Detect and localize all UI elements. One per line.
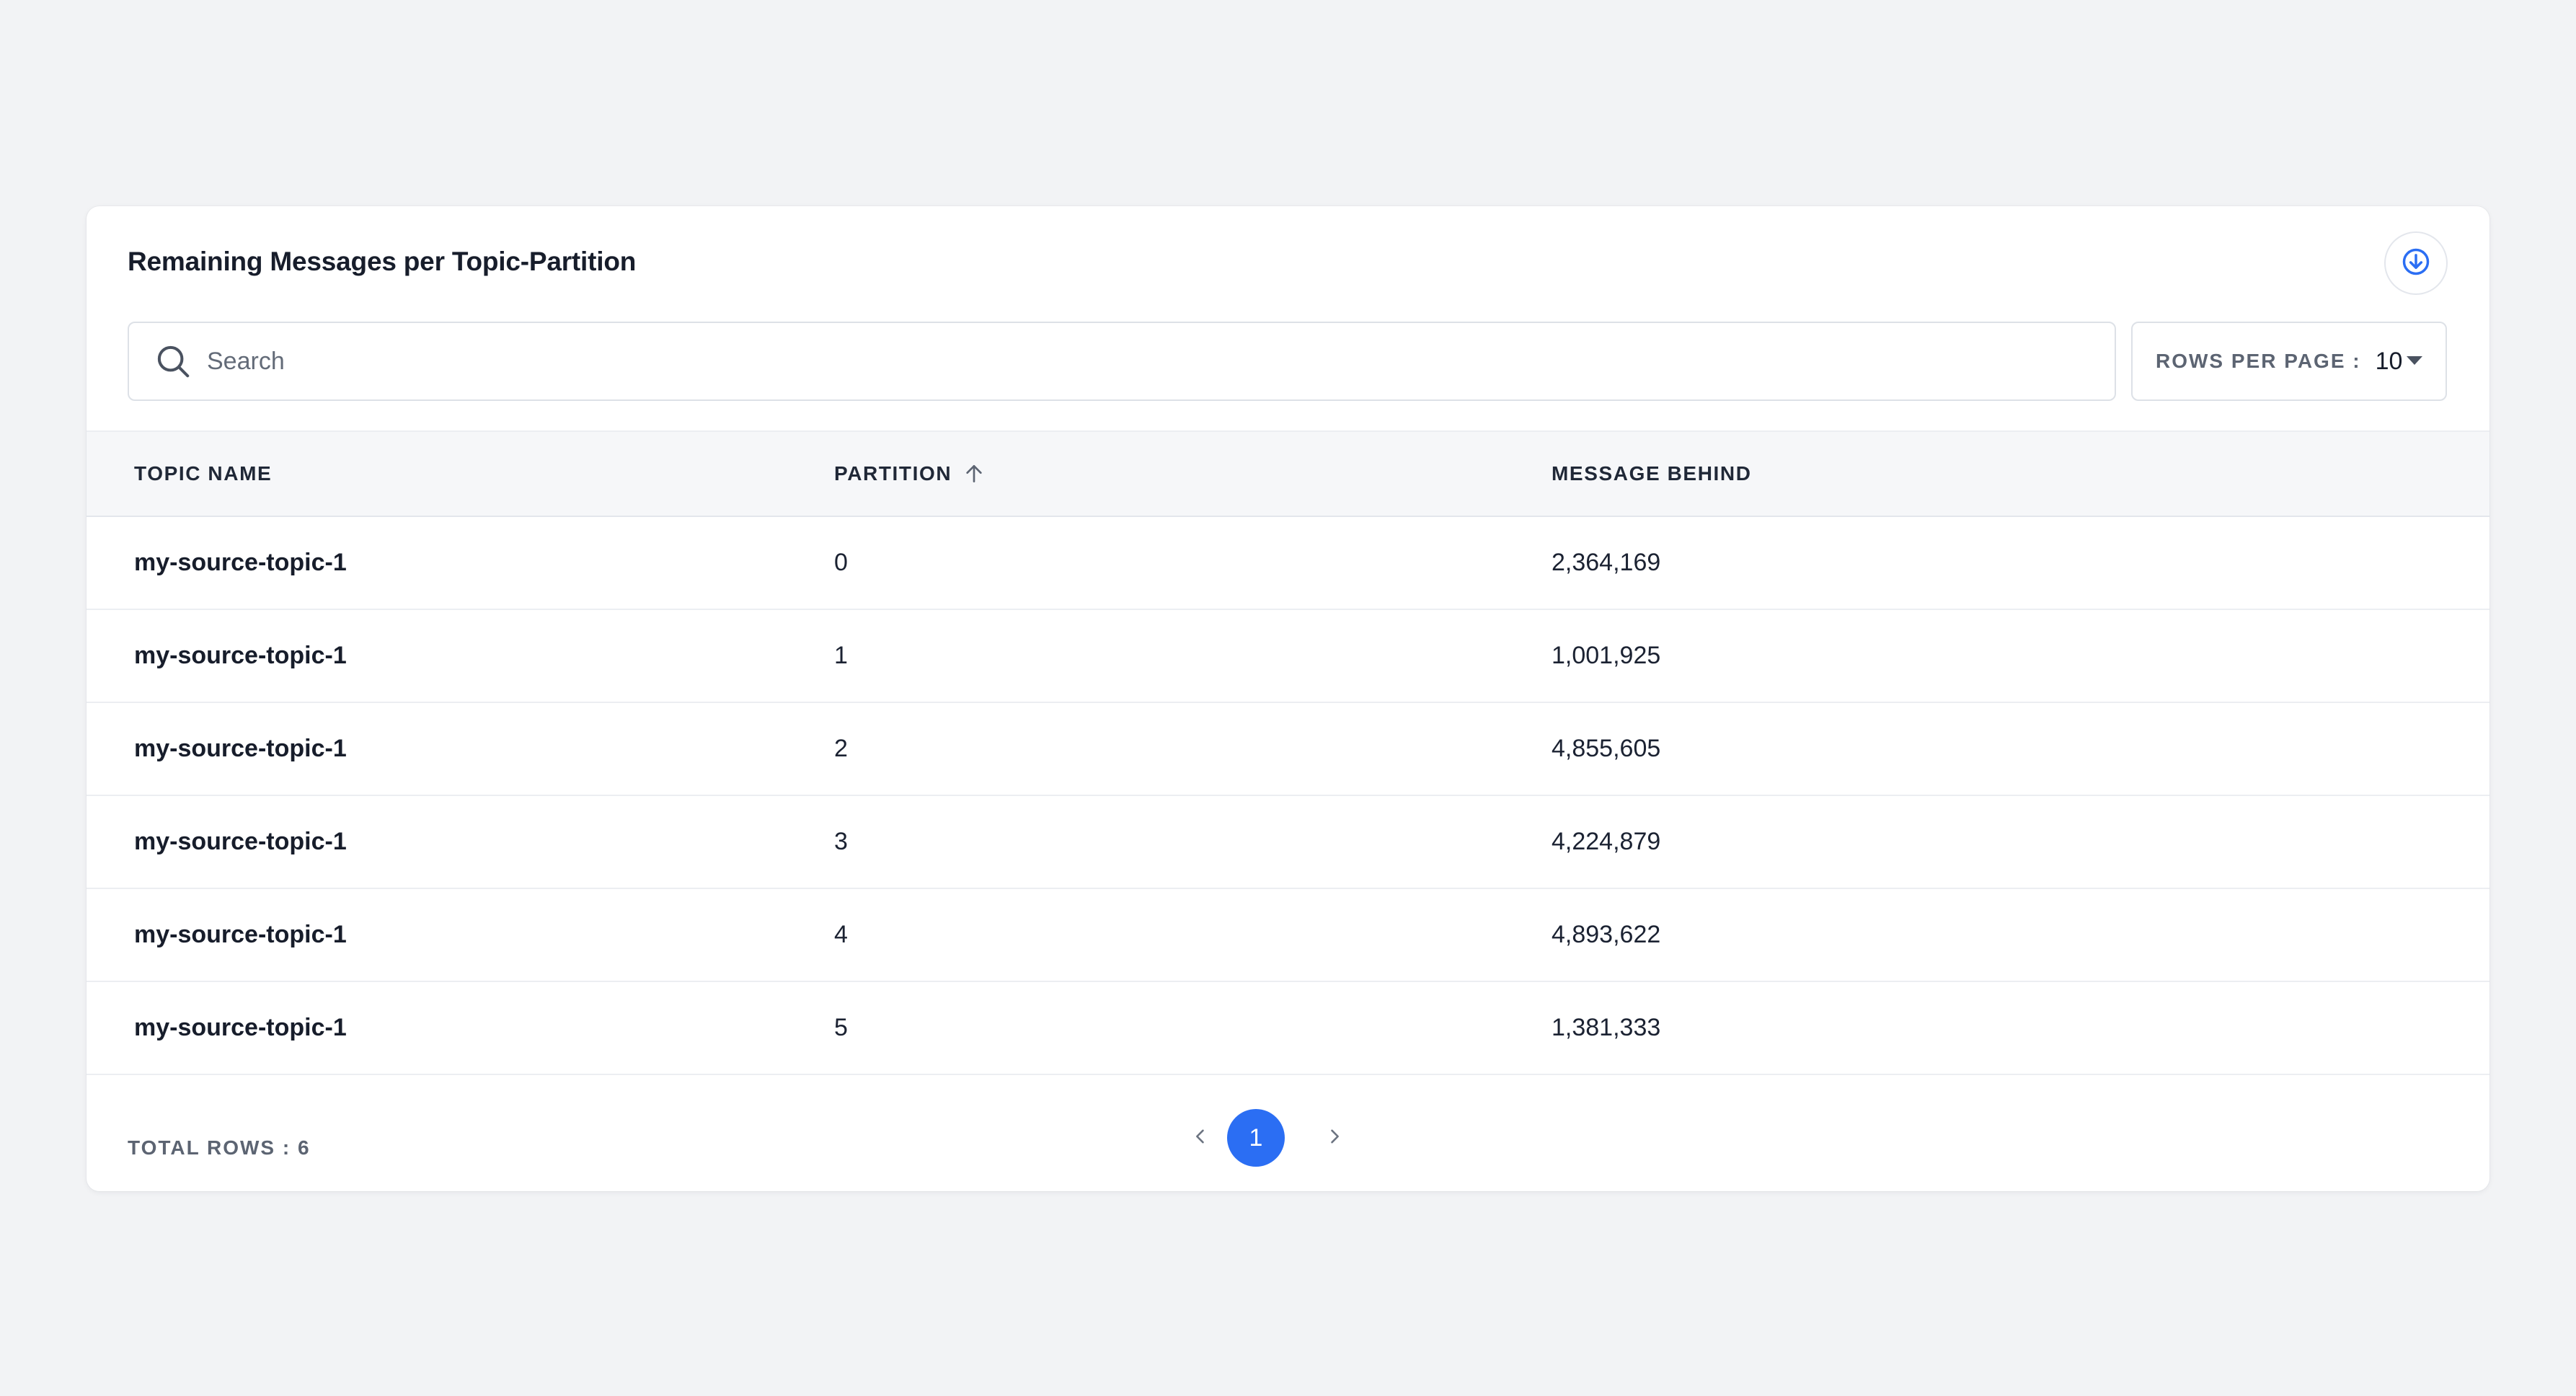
table-row: my-source-topic-1 1 1,001,925: [87, 610, 2489, 703]
cell-topic-name: my-source-topic-1: [134, 642, 347, 669]
cell-partition: 5: [834, 1014, 848, 1041]
cell-partition: 1: [834, 642, 848, 669]
topic-partition-card: Remaining Messages per Topic-Partition R: [87, 206, 2489, 1191]
column-header-message-behind[interactable]: MESSAGE BEHIND: [1552, 432, 1752, 516]
rows-per-page-select[interactable]: ROWS PER PAGE : 10: [2131, 322, 2447, 401]
table-row: my-source-topic-1 2 4,855,605: [87, 703, 2489, 796]
cell-message-behind: 4,224,879: [1552, 828, 1661, 855]
cell-message-behind: 4,855,605: [1552, 735, 1661, 762]
cell-message-behind: 1,381,333: [1552, 1014, 1661, 1041]
chevron-left-icon: [1190, 1126, 1210, 1150]
table-row: my-source-topic-1 0 2,364,169: [87, 517, 2489, 610]
cell-topic-name: my-source-topic-1: [134, 735, 347, 762]
cell-message-behind: 2,364,169: [1552, 549, 1661, 576]
column-header-topic-name[interactable]: TOPIC NAME: [134, 432, 272, 516]
page-background: Remaining Messages per Topic-Partition R: [0, 0, 2576, 1396]
cell-message-behind: 4,893,622: [1552, 921, 1661, 948]
table-row: my-source-topic-1 3 4,224,879: [87, 796, 2489, 889]
search-input[interactable]: [205, 332, 2115, 391]
download-button[interactable]: [2384, 231, 2448, 295]
cell-topic-name: my-source-topic-1: [134, 828, 347, 855]
cell-topic-name: my-source-topic-1: [134, 921, 347, 948]
download-icon: [2400, 246, 2432, 281]
search-icon: [154, 342, 192, 381]
next-page-button[interactable]: [1316, 1109, 1353, 1167]
page-1-button[interactable]: 1: [1227, 1109, 1285, 1167]
previous-page-button[interactable]: [1182, 1109, 1218, 1167]
pagination: 1: [1182, 1109, 1399, 1167]
cell-message-behind: 1,001,925: [1552, 642, 1661, 669]
rows-per-page-value: 10: [2375, 347, 2403, 375]
caret-down-icon: [2407, 356, 2422, 365]
cell-topic-name: my-source-topic-1: [134, 1014, 347, 1041]
rows-per-page-label: ROWS PER PAGE :: [2156, 350, 2361, 372]
cell-topic-name: my-source-topic-1: [134, 549, 347, 576]
table-header: TOPIC NAME PARTITION MESSAGE BEHIND: [87, 430, 2489, 517]
cell-partition: 3: [834, 828, 848, 855]
table-row: my-source-topic-1 4 4,893,622: [87, 889, 2489, 982]
cell-partition: 2: [834, 735, 848, 762]
cell-partition: 0: [834, 549, 848, 576]
card-title: Remaining Messages per Topic-Partition: [128, 247, 637, 276]
total-rows-label: TOTAL ROWS : 6: [128, 1136, 311, 1159]
arrow-up-icon: [962, 461, 986, 486]
column-header-partition-label: PARTITION: [834, 462, 952, 485]
chevron-right-icon: [1324, 1126, 1345, 1150]
search-box[interactable]: [128, 322, 2116, 401]
table-row: my-source-topic-1 5 1,381,333: [87, 982, 2489, 1075]
column-header-partition[interactable]: PARTITION: [834, 432, 986, 516]
cell-partition: 4: [834, 921, 848, 948]
